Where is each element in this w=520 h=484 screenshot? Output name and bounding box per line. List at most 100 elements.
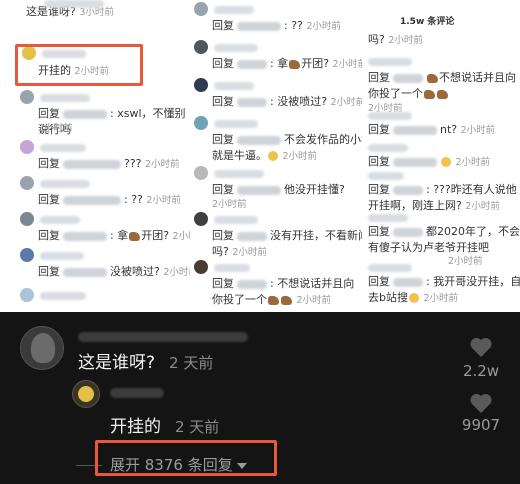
reply-text: : 拿 bbox=[110, 229, 129, 242]
reply-prefix: 回复 bbox=[212, 277, 234, 290]
reply-time: 2小时前 bbox=[212, 199, 247, 210]
avatar bbox=[20, 176, 34, 190]
reply-prefix: 回复 bbox=[368, 123, 390, 136]
reply-text-line2: 开挂啊，刚连上网? bbox=[368, 199, 462, 212]
like-count: 2.2w bbox=[462, 362, 500, 380]
reply-text-line2: 吗? bbox=[212, 245, 229, 258]
reply-text: nt? bbox=[440, 123, 458, 136]
reply-prefix: 回复 bbox=[38, 229, 60, 242]
like-heart-icon[interactable] bbox=[469, 392, 493, 414]
reply-prefix: 回复 bbox=[212, 57, 234, 70]
avatar bbox=[194, 2, 208, 16]
avatar bbox=[194, 40, 208, 54]
reply-text-line2: 你投了一个 bbox=[368, 87, 423, 100]
like-heart-icon[interactable] bbox=[469, 336, 493, 358]
comment[interactable]: 这是谁呀? 2 天前 bbox=[78, 352, 213, 374]
reply-prefix: 回复 bbox=[368, 183, 390, 196]
comment-panel-right: 1.5w 条评论 吗? 2小时前 回复 不想说话并且向 你投了一个 2小时前 回复… bbox=[362, 0, 520, 312]
reply-time: 2 天前 bbox=[175, 418, 220, 436]
highlight-box bbox=[15, 44, 143, 86]
horse-emoji-icon bbox=[281, 295, 292, 305]
reply-text: : 没被喷过? bbox=[270, 95, 328, 108]
reply-text: ??? bbox=[124, 157, 142, 170]
highlight-box bbox=[95, 440, 277, 476]
reply-prefix: 回复 bbox=[212, 183, 234, 196]
reply-text-2: 开团? bbox=[141, 229, 170, 242]
avatar bbox=[194, 78, 208, 92]
reply-time: 2小时前 bbox=[460, 125, 496, 136]
horse-emoji-icon bbox=[268, 295, 279, 305]
horse-emoji-icon bbox=[437, 89, 448, 99]
reply-time: 2小时前 bbox=[332, 59, 362, 70]
reply-time: 2小时前 bbox=[306, 21, 341, 32]
reply-prefix: 回复 bbox=[368, 225, 390, 238]
reply-text: : ???昨还有人说他 bbox=[426, 183, 517, 196]
username-blurred bbox=[110, 388, 164, 398]
smile-emoji-icon bbox=[268, 151, 278, 161]
reply-prefix: 回复 bbox=[212, 229, 234, 242]
reply-time: 2小时前 bbox=[232, 247, 267, 258]
reply-prefix: 回复 bbox=[368, 275, 390, 288]
reply-prefix: 回复 bbox=[368, 155, 390, 168]
reply-prefix: 回复 bbox=[38, 157, 60, 170]
reply-text: : ?? bbox=[124, 193, 143, 206]
avatar bbox=[20, 140, 34, 154]
reply-prefix: 回复 bbox=[38, 107, 60, 120]
reply-text-line2: 有傻子认为卢老爷开挂吧 bbox=[368, 241, 489, 254]
reply-time: 2小时前 bbox=[163, 267, 190, 278]
comment-time: 2 天前 bbox=[169, 354, 214, 372]
reply-text: : 不想说话并且向 bbox=[270, 277, 355, 290]
reply-time: 2小时前 bbox=[388, 35, 423, 46]
reply-time: 2小时前 bbox=[296, 295, 332, 306]
horse-emoji-icon bbox=[289, 59, 301, 69]
comment-panel-middle: 回复 : ?? 2小时前 回复 : 拿开团? 2小时前 回复 : 没被喷过? 2小时前… bbox=[190, 0, 362, 312]
reply-time: 2小时前 bbox=[465, 201, 500, 212]
avatar[interactable] bbox=[20, 326, 64, 370]
comment-time: 3小时前 bbox=[79, 7, 114, 18]
reply-text: 不想说话并且向 bbox=[439, 71, 516, 84]
reply-text: : ?? bbox=[284, 19, 303, 32]
avatar bbox=[194, 116, 208, 130]
reply-time: 2小时前 bbox=[146, 195, 181, 206]
reply-prefix: 回复 bbox=[212, 133, 234, 146]
reply-text-line2: 去b站搜 bbox=[368, 291, 408, 304]
avatar bbox=[194, 166, 208, 180]
reply-text: 不会发作品的小学生 bbox=[284, 133, 362, 146]
avatar bbox=[194, 260, 208, 274]
reply-prefix: 回复 bbox=[38, 265, 60, 278]
reply-prefix: 回复 bbox=[212, 95, 234, 108]
reply-prefix: 回复 bbox=[38, 193, 60, 206]
reply-time: 2小时前 bbox=[282, 151, 318, 162]
reply-time: 2小时前 bbox=[38, 123, 73, 134]
reply-text-2: 开团? bbox=[301, 57, 330, 70]
avatar bbox=[20, 212, 34, 226]
comment-count-header: 1.5w 条评论 bbox=[400, 17, 455, 27]
horse-emoji-icon bbox=[129, 231, 141, 241]
reply-text: 没被喷过? bbox=[110, 265, 160, 278]
comment-text: 这是谁呀? bbox=[78, 353, 156, 373]
reply-prefix: 回复 bbox=[368, 71, 390, 84]
avatar[interactable] bbox=[72, 380, 100, 408]
reply-text: 没有开挂，不看新闻 bbox=[270, 229, 362, 242]
reply-text: 他没开挂懂? bbox=[284, 183, 345, 196]
username-blurred bbox=[78, 332, 248, 342]
reply-text: : 拿 bbox=[270, 57, 289, 70]
reply[interactable]: 开挂的 2 天前 bbox=[110, 416, 219, 438]
horse-emoji-icon bbox=[427, 73, 438, 83]
reply-text-line2: 就是牛逼。 bbox=[212, 149, 267, 162]
like-count: 9907 bbox=[461, 416, 501, 434]
avatar bbox=[20, 90, 34, 104]
reply-time: 2小时前 bbox=[330, 97, 362, 108]
reply-time: 2小时前 bbox=[455, 157, 491, 168]
reply-time: 2小时前 bbox=[448, 256, 483, 267]
reply-time: 2小时前 bbox=[423, 293, 459, 304]
avatar bbox=[194, 212, 208, 226]
avatar bbox=[20, 248, 34, 262]
reply-prefix: 回复 bbox=[212, 19, 234, 32]
reply-time: 2小时前 bbox=[172, 231, 190, 242]
reply-text: 开挂的 bbox=[110, 417, 161, 437]
reply-text: 吗? bbox=[368, 33, 385, 46]
smile-emoji-icon bbox=[408, 293, 419, 303]
horse-emoji-icon bbox=[424, 89, 435, 99]
smile-emoji-icon bbox=[441, 157, 451, 167]
